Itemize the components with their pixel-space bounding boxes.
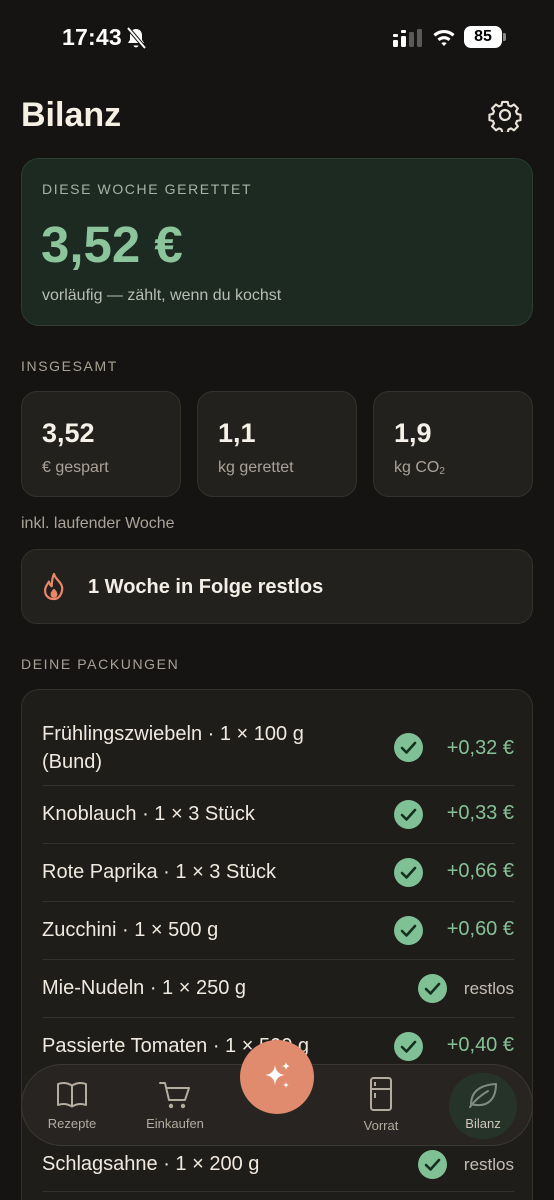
check-circle-icon — [394, 733, 423, 762]
bell-muted-icon — [126, 26, 147, 50]
battery-level: 85 — [464, 26, 502, 48]
streak-text: 1 Woche in Folge restlos — [88, 576, 324, 598]
stat-value: 1,9 — [394, 418, 432, 448]
weekly-savings-card: DIESE WOCHE GERETTET 3,52 € vorläufig — … — [21, 158, 533, 326]
package-row[interactable]: Mie-Nudeln · 1 × 250 g restlos — [42, 960, 514, 1018]
package-savings: +0,66 € — [446, 860, 514, 882]
totals-section-label: INSGESAMT — [21, 358, 118, 374]
package-savings: +0,32 € — [446, 737, 514, 759]
nav-label: Bilanz — [465, 1116, 501, 1131]
leaf-icon — [469, 1083, 497, 1108]
stat-unit-subscript: 2 — [439, 466, 445, 477]
stat-value: 1,1 — [218, 418, 256, 448]
nav-item-rezepte[interactable]: Rezepte — [27, 1065, 117, 1147]
package-row[interactable]: Frühlingszwiebeln · 1 × 100 g (Bund) +0,… — [42, 690, 514, 786]
status-bar: 17:43 85 — [0, 0, 554, 76]
flame-icon — [44, 572, 64, 601]
stat-unit-text: kg CO — [394, 459, 440, 476]
check-circle-icon — [394, 1032, 423, 1061]
package-row[interactable]: Zucchini · 1 × 500 g +0,60 € — [42, 902, 514, 960]
ai-sparkle-button[interactable] — [240, 1040, 314, 1114]
nav-item-bilanz[interactable]: Bilanz — [438, 1065, 528, 1147]
check-circle-icon — [394, 858, 423, 887]
weekly-savings-note: vorläufig — zählt, wenn du kochst — [42, 287, 282, 304]
package-savings: +0,33 € — [446, 802, 514, 824]
package-savings: +0,40 € — [446, 1034, 514, 1056]
cart-icon — [159, 1082, 190, 1109]
package-name: Mie-Nudeln · 1 × 250 g — [42, 977, 247, 999]
streak-card: 1 Woche in Folge restlos — [21, 549, 533, 624]
check-circle-icon — [418, 974, 447, 1003]
package-row[interactable]: Knoblauch · 1 × 3 Stück +0,33 € — [42, 786, 514, 844]
nav-label: Einkaufen — [146, 1116, 204, 1131]
page-title: Bilanz — [21, 96, 122, 134]
packages-section-label: DEINE PACKUNGEN — [21, 656, 180, 672]
nav-item-vorrat[interactable]: Vorrat — [336, 1065, 426, 1147]
stat-card-rescued: 1,1 kg gerettet — [197, 391, 357, 497]
package-status-restlos: restlos — [463, 979, 514, 998]
package-savings: +0,60 € — [446, 918, 514, 940]
nav-item-einkaufen[interactable]: Einkaufen — [130, 1065, 220, 1147]
stat-unit: kg gerettet — [218, 459, 294, 476]
wifi-icon — [433, 30, 455, 46]
totals-footnote: inkl. laufender Woche — [21, 515, 175, 532]
package-status-restlos: restlos — [463, 1155, 514, 1174]
signal-icon — [393, 29, 422, 47]
package-name: Schlagsahne · 1 × 200 g — [42, 1153, 260, 1175]
package-name: Knoblauch · 1 × 3 Stück — [42, 803, 255, 825]
check-circle-icon — [394, 916, 423, 945]
weekly-savings-label: DIESE WOCHE GERETTET — [42, 181, 253, 197]
stat-unit: kg CO2 — [394, 459, 445, 477]
check-circle-icon — [394, 800, 423, 829]
battery-nub — [503, 33, 506, 41]
status-time: 17:43 — [62, 24, 122, 50]
check-circle-icon — [418, 1150, 447, 1179]
book-icon — [57, 1082, 87, 1108]
package-name: Zucchini · 1 × 500 g — [42, 919, 219, 941]
nav-label: Vorrat — [363, 1118, 399, 1133]
sparkles-icon — [265, 1062, 290, 1088]
stat-card-co2: 1,9 kg CO2 — [373, 391, 533, 497]
stat-unit: € gespart — [42, 459, 109, 476]
stat-card-saved: 3,52 € gespart — [21, 391, 181, 497]
stat-value: 3,52 — [42, 418, 95, 448]
package-row[interactable]: Rote Paprika · 1 × 3 Stück +0,66 € — [42, 844, 514, 902]
fridge-icon — [370, 1077, 392, 1111]
settings-gear-icon[interactable] — [488, 98, 522, 132]
bilanz-screen: 17:43 85 Bilanz DIESE WOCHE GERETTET 3,5… — [0, 0, 554, 1200]
battery-indicator: 85 — [464, 26, 506, 48]
weekly-savings-value: 3,52 € — [41, 216, 183, 273]
package-name: Frühlingszwiebeln · 1 × 100 g (Bund) — [42, 723, 304, 773]
package-name: Passierte Tomaten · 1 × 500 g — [42, 1035, 310, 1057]
package-name: Rote Paprika · 1 × 3 Stück — [42, 861, 277, 883]
nav-label: Rezepte — [47, 1116, 97, 1131]
